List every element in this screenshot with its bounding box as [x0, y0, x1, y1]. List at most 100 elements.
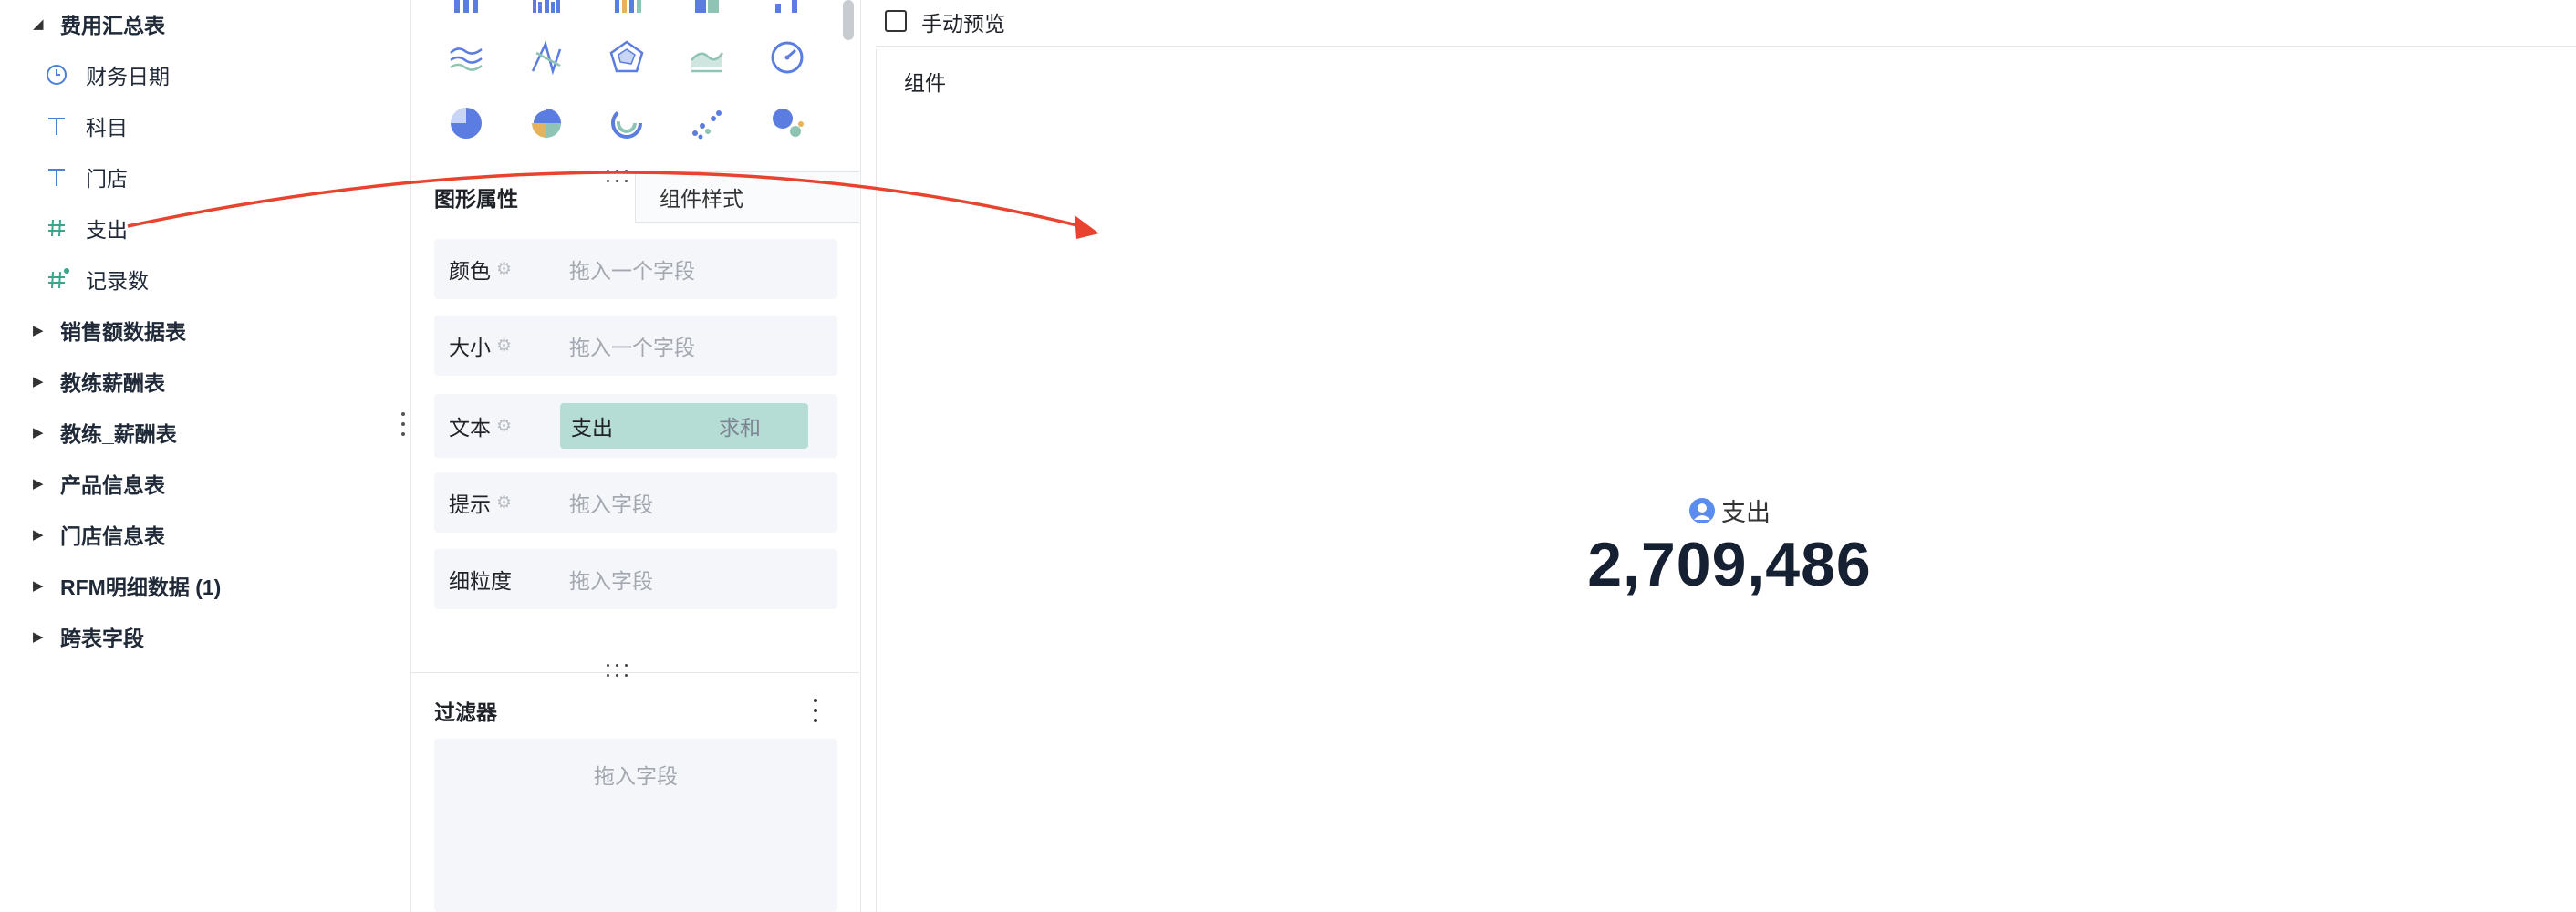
caret-right-icon: ▶ — [33, 425, 44, 440]
radar-line-icon[interactable] — [527, 38, 566, 77]
multi-line-icon[interactable] — [447, 38, 485, 77]
manual-preview-label[interactable]: 手动预览 — [921, 0, 1005, 44]
property-label-wrap: 颜色 ⚙ — [449, 239, 512, 299]
rose-pie-icon[interactable] — [527, 104, 566, 142]
property-tooltip[interactable]: 提示 ⚙ 拖入字段 — [434, 472, 837, 533]
property-label: 文本 — [449, 416, 491, 440]
scrollbar-thumb[interactable] — [843, 0, 854, 40]
hash-icon — [46, 217, 86, 239]
drop-placeholder: 拖入字段 — [569, 492, 653, 516]
filter-title: 过滤器 — [434, 700, 497, 724]
field-item-number[interactable]: 支出 — [46, 210, 128, 246]
grouped-bar-icon[interactable] — [527, 0, 566, 18]
widget-label: 组件 — [904, 71, 946, 95]
area-icon[interactable] — [688, 38, 726, 77]
property-size[interactable]: 大小 ⚙ 拖入一个字段 — [434, 316, 837, 376]
gear-icon[interactable]: ⚙ — [496, 259, 512, 280]
property-label-wrap: 提示 ⚙ — [449, 472, 512, 533]
combo-bar-icon[interactable] — [688, 0, 726, 18]
tree-group-label: 费用汇总表 — [60, 14, 165, 37]
field-item-calculated[interactable]: 记录数 — [46, 261, 149, 297]
hash-plus-icon — [46, 267, 86, 291]
ring-icon[interactable] — [608, 104, 646, 142]
text-t-icon — [46, 115, 86, 137]
property-text[interactable]: 文本 ⚙ 支出 求和 — [434, 394, 837, 458]
field-label: 门店 — [86, 167, 128, 191]
preview-toolbar: 手动预览 — [876, 0, 2576, 47]
field-item-text[interactable]: 门店 — [46, 159, 128, 195]
tree-group-label: 销售额数据表 — [60, 320, 186, 344]
tab-chart-properties[interactable]: 图形属性 — [434, 171, 518, 223]
gear-icon[interactable]: ⚙ — [496, 416, 512, 437]
pill-aggregation[interactable]: 求和 — [719, 403, 761, 449]
tree-group-label: 教练薪酬表 — [60, 371, 165, 395]
more-options-icon[interactable] — [810, 699, 821, 722]
radar-icon[interactable] — [608, 38, 646, 77]
caret-right-icon: ▶ — [33, 323, 44, 338]
field-label: 财务日期 — [86, 65, 170, 88]
tab-component-style[interactable]: 组件样式 — [635, 171, 859, 223]
field-item-date[interactable]: 财务日期 — [46, 57, 170, 93]
caret-right-icon: ▶ — [33, 629, 44, 645]
field-list-panel: ◢ 费用汇总表 财务日期 科目 门店 支出 记录数 ▶ 销售额数据表 ▶ 教练薪… — [0, 0, 410, 912]
tree-group-expanded[interactable]: ◢ 费用汇总表 — [33, 7, 165, 40]
bubble-icon[interactable] — [768, 104, 806, 142]
caret-right-icon: ▶ — [33, 527, 44, 543]
caret-down-icon: ◢ — [33, 16, 44, 32]
divider — [410, 672, 859, 673]
clock-icon — [46, 64, 86, 86]
property-color[interactable]: 颜色 ⚙ 拖入一个字段 — [434, 239, 837, 299]
caret-right-icon: ▶ — [33, 476, 44, 492]
gauge-icon[interactable] — [768, 38, 806, 77]
tree-group-collapsed[interactable]: ▶ RFM明细数据 (1) — [33, 569, 221, 602]
preview-canvas: 组件 支出 2,709,486 — [876, 49, 2576, 912]
tree-group-label: 产品信息表 — [60, 473, 165, 497]
caret-right-icon: ▶ — [33, 374, 44, 389]
gear-icon[interactable]: ⚙ — [496, 336, 512, 357]
kpi-value: 2,709,486 — [1587, 530, 1872, 599]
property-granularity[interactable]: 细粒度 拖入字段 — [434, 549, 837, 609]
kpi-caption: 支出 — [877, 492, 2576, 528]
pill-field-name: 支出 — [571, 416, 613, 440]
tree-group-label: 门店信息表 — [60, 524, 165, 548]
tree-group-label: 教练_薪酬表 — [60, 422, 177, 446]
pie-icon[interactable] — [447, 104, 485, 142]
dot-bar-icon[interactable] — [768, 0, 806, 18]
property-tabs: 图形属性 组件样式 — [410, 171, 859, 223]
filter-drop-zone[interactable]: 拖入字段 — [434, 739, 837, 912]
gear-icon[interactable]: ⚙ — [496, 492, 512, 513]
tree-group-collapsed[interactable]: ▶ 产品信息表 — [33, 467, 165, 500]
section-resize-handle[interactable] — [598, 664, 635, 677]
field-item-text[interactable]: 科目 — [46, 108, 128, 144]
drop-placeholder: 拖入字段 — [569, 569, 653, 593]
text-t-icon — [46, 166, 86, 188]
field-label: 支出 — [86, 218, 128, 242]
property-label: 颜色 — [449, 259, 491, 283]
tree-group-collapsed[interactable]: ▶ 教练薪酬表 — [33, 365, 165, 398]
property-label-wrap: 大小 ⚙ — [449, 316, 512, 376]
kpi-caption-text: 支出 — [1721, 499, 1771, 526]
property-label: 提示 — [449, 492, 491, 516]
stacked-bar-icon[interactable] — [608, 0, 646, 18]
property-label: 细粒度 — [449, 569, 512, 593]
user-icon — [1688, 497, 1716, 524]
tree-group-collapsed[interactable]: ▶ 销售额数据表 — [33, 314, 186, 347]
property-label-wrap: 文本 ⚙ — [449, 394, 512, 458]
tree-group-label: 跨表字段 — [60, 627, 144, 650]
property-label: 大小 — [449, 336, 491, 359]
tree-group-collapsed[interactable]: ▶ 教练_薪酬表 — [33, 416, 177, 449]
field-label: 科目 — [86, 116, 128, 140]
drop-placeholder: 拖入字段 — [594, 764, 678, 788]
bar-chart-icon[interactable] — [447, 0, 485, 18]
tree-group-collapsed[interactable]: ▶ 门店信息表 — [33, 518, 165, 551]
property-label-wrap: 细粒度 — [449, 549, 512, 609]
chart-type-gallery — [429, 0, 812, 155]
manual-preview-checkbox[interactable] — [885, 10, 907, 32]
tree-group-collapsed[interactable]: ▶ 跨表字段 — [33, 620, 144, 653]
scatter-icon[interactable] — [688, 104, 726, 142]
field-pill[interactable]: 支出 求和 — [560, 403, 808, 449]
field-label: 记录数 — [86, 269, 149, 293]
tree-group-label: RFM明细数据 (1) — [60, 575, 222, 599]
drop-placeholder: 拖入一个字段 — [569, 259, 695, 283]
caret-right-icon: ▶ — [33, 578, 44, 594]
